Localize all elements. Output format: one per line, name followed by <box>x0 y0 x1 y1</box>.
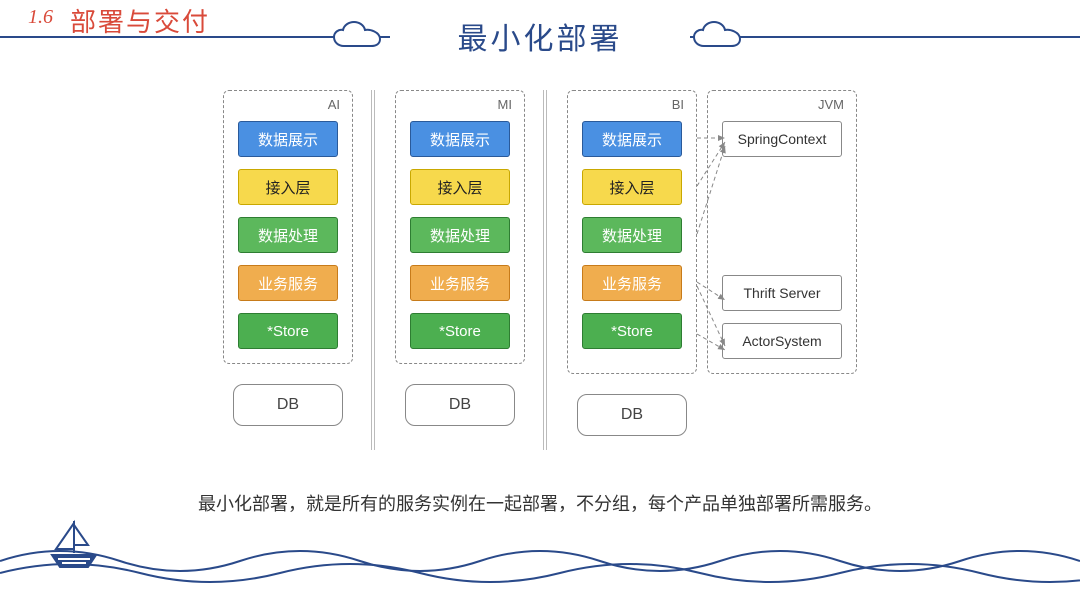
separator <box>543 90 549 470</box>
layer-display: 数据展示 <box>238 121 338 157</box>
diagram-area: AI 数据展示 接入层 数据处理 业务服务 *Store DB MI 数据展示 … <box>0 90 1080 470</box>
stack-box-ai: AI 数据展示 接入层 数据处理 业务服务 *Store <box>223 90 353 364</box>
box-label: MI <box>498 97 512 112</box>
db-box: DB <box>577 394 687 436</box>
layer-process: 数据处理 <box>410 217 510 253</box>
cloud-icon <box>690 20 744 52</box>
layer-access: 接入层 <box>238 169 338 205</box>
layer-access: 接入层 <box>582 169 682 205</box>
stack-box-mi: MI 数据展示 接入层 数据处理 业务服务 *Store <box>395 90 525 364</box>
jvm-actor-system: ActorSystem <box>722 323 842 359</box>
slide-caption: 最小化部署，就是所有的服务实例在一起部署，不分组，每个产品单独部署所需服务。 <box>0 490 1080 516</box>
layer-display: 数据展示 <box>410 121 510 157</box>
db-box: DB <box>405 384 515 426</box>
wave-decoration <box>0 531 1080 591</box>
box-label: JVM <box>818 97 844 112</box>
layer-service: 业务服务 <box>238 265 338 301</box>
cloud-icon <box>330 20 384 52</box>
db-box: DB <box>233 384 343 426</box>
box-label: AI <box>328 97 340 112</box>
separator <box>371 90 377 470</box>
sailboat-icon <box>44 515 104 575</box>
layer-process: 数据处理 <box>582 217 682 253</box>
box-label: BI <box>672 97 684 112</box>
slide-header: 1.6 部署与交付 最小化部署 <box>0 0 1080 70</box>
column-ai: AI 数据展示 接入层 数据处理 业务服务 *Store DB <box>223 90 353 470</box>
layer-store: *Store <box>238 313 338 349</box>
layer-store: *Store <box>582 313 682 349</box>
jvm-box: JVM SpringContext Thrift Server ActorSys… <box>707 90 857 374</box>
layer-store: *Store <box>410 313 510 349</box>
layer-access: 接入层 <box>410 169 510 205</box>
jvm-spring-context: SpringContext <box>722 121 842 157</box>
column-mi: MI 数据展示 接入层 数据处理 业务服务 *Store DB <box>395 90 525 470</box>
main-title: 最小化部署 <box>0 14 1080 58</box>
layer-service: 业务服务 <box>410 265 510 301</box>
layer-process: 数据处理 <box>238 217 338 253</box>
stack-box-bi: BI 数据展示 接入层 数据处理 业务服务 *Store <box>567 90 697 374</box>
layer-service: 业务服务 <box>582 265 682 301</box>
column-bi: BI 数据展示 接入层 数据处理 业务服务 *Store JVM SpringC… <box>567 90 857 470</box>
jvm-thrift-server: Thrift Server <box>722 275 842 311</box>
layer-display: 数据展示 <box>582 121 682 157</box>
